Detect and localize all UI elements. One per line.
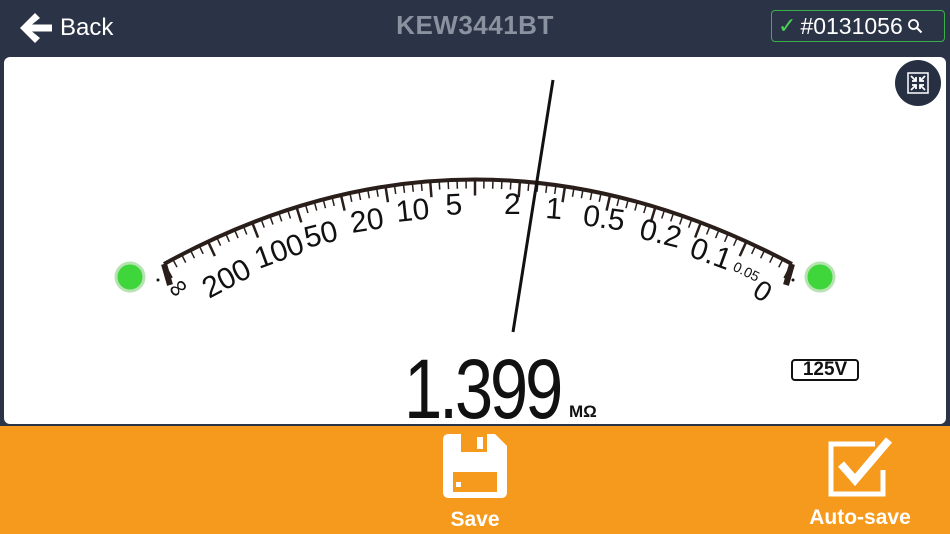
digital-reading: 1.399	[404, 342, 563, 424]
checkbox-checked-icon	[828, 437, 893, 497]
scale-tick	[295, 206, 303, 223]
save-button[interactable]: Save	[440, 432, 510, 532]
scale-tick	[206, 241, 216, 257]
floppy-disk-icon	[443, 434, 507, 498]
scale-label: 200	[197, 253, 257, 306]
right-status-light	[804, 261, 836, 293]
scale-tick	[384, 186, 390, 203]
meter-panel: ∞ 200 100 50 20 10 5 2 1 0.5 0.2 0.1 0.0…	[4, 57, 946, 424]
scale-label: 0.5	[581, 199, 627, 237]
scale-tick	[339, 194, 346, 211]
scale-label: 0.1	[686, 232, 736, 277]
expand-button[interactable]	[895, 60, 941, 106]
scale-label: 50	[301, 215, 341, 255]
scale-label: 0.2	[636, 213, 684, 255]
scale-label: 10	[394, 193, 431, 229]
serial-number-badge[interactable]: ✓ #0131056	[771, 10, 945, 42]
left-status-light	[114, 261, 146, 293]
scale-label: 2	[504, 188, 521, 221]
scale-end-dot	[791, 278, 795, 282]
scale-label: 0.05	[731, 258, 763, 284]
serial-number: #0131056	[800, 12, 903, 39]
scale-label: 5	[445, 188, 463, 222]
reading-unit: MΩ	[569, 402, 597, 421]
scale-end-cap	[783, 263, 795, 286]
check-icon: ✓	[778, 13, 797, 38]
auto-save-label: Auto-save	[809, 506, 911, 529]
auto-save-button[interactable]: Auto-save	[800, 436, 920, 530]
scale-tick	[738, 241, 748, 257]
action-bar: Save Auto-save	[0, 426, 950, 534]
top-bar: Back KEW3441BT ✓ #0131056	[0, 0, 950, 56]
test-voltage-badge: 125V	[791, 359, 859, 381]
search-icon	[907, 19, 922, 34]
scale-labels: ∞ 200 100 50 20 10 5 2 1 0.5 0.2 0.1 0.0…	[161, 188, 778, 308]
scale-tick	[251, 222, 260, 238]
scale-label: 100	[250, 227, 308, 275]
scale-end-dot	[156, 278, 160, 282]
scale-tick	[428, 181, 433, 198]
save-label: Save	[450, 508, 500, 531]
scale-label: 1	[545, 192, 564, 226]
scale-label: 20	[348, 202, 386, 240]
collapse-icon	[907, 72, 929, 94]
